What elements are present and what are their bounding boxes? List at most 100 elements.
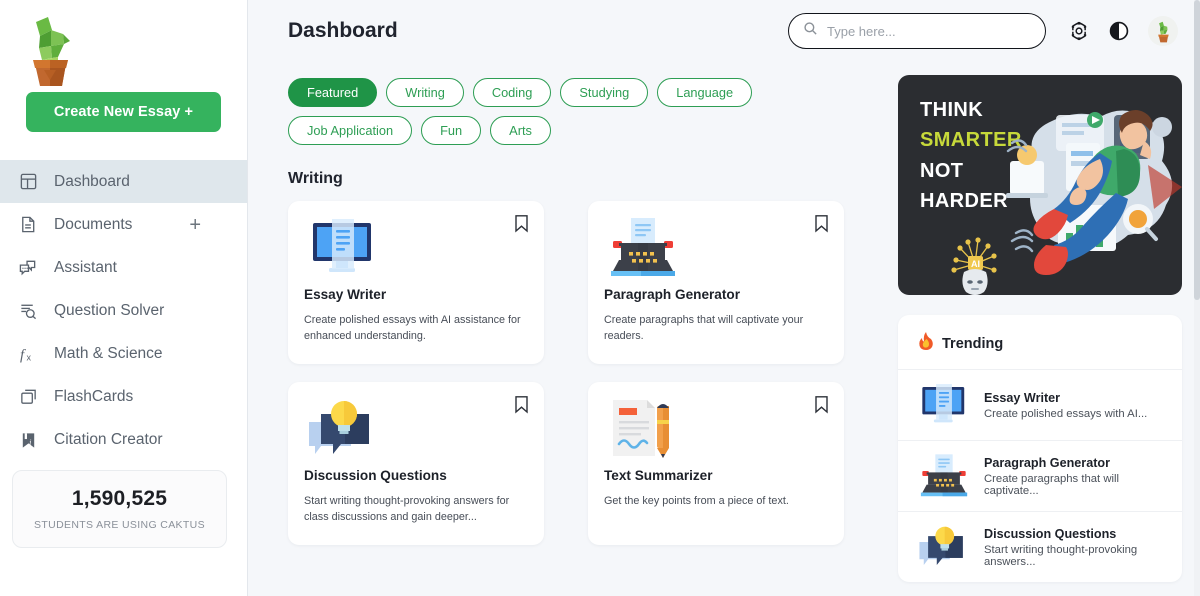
- trending-item-description: Create paragraphs that will captivate...: [984, 472, 1120, 497]
- svg-text:x: x: [27, 352, 32, 362]
- sidebar-item-label: Documents: [54, 215, 133, 233]
- monitor-document-icon: [918, 382, 970, 428]
- students-count: 1,590,525: [71, 487, 168, 510]
- logo-wrap: [0, 0, 247, 92]
- citation-book-icon: i: [14, 430, 42, 450]
- avatar[interactable]: [1148, 16, 1178, 46]
- sidebar-item-label: Dashboard: [54, 172, 130, 190]
- chip-job-application[interactable]: Job Application: [288, 116, 413, 145]
- gear-icon[interactable]: [1068, 20, 1090, 42]
- sidebar-item-label: Assistant: [54, 258, 117, 276]
- sidebar-item-question-solver[interactable]: Question Solver: [0, 289, 247, 332]
- sidebar-item-documents[interactable]: Documents +: [0, 203, 247, 246]
- app-root: Create New Essay + Dashboard Documents +…: [0, 0, 1200, 596]
- add-document-button[interactable]: +: [189, 215, 201, 235]
- chip-language[interactable]: Language: [657, 78, 753, 107]
- main-area: Dashboard Type here... Featured Writing …: [248, 0, 1200, 596]
- avatar-cactus-icon: [1158, 21, 1169, 43]
- top-header: Dashboard: [248, 0, 1200, 62]
- trending-header: Trending: [898, 315, 1182, 369]
- trending-item-text: Discussion Questions Start writing thoug…: [984, 527, 1166, 568]
- tool-card-grid: Essay Writer Create polished essays with…: [288, 201, 870, 545]
- sidebar-item-label: Question Solver: [54, 301, 165, 319]
- promo-banner[interactable]: THINK SMARTER NOT HARDER AI: [898, 75, 1182, 295]
- card-title: Text Summarizer: [604, 468, 713, 483]
- students-count-label: STUDENTS ARE USING CAKTUS: [34, 519, 205, 531]
- create-new-essay-button[interactable]: Create New Essay +: [26, 92, 221, 132]
- typewriter-icon: [604, 215, 828, 281]
- sidebar-item-label: Citation Creator: [54, 430, 163, 448]
- chip-coding[interactable]: Coding: [472, 78, 552, 107]
- trending-item-discussion-questions[interactable]: Discussion Questions Start writing thoug…: [898, 511, 1182, 582]
- trending-item-description: Start writing thought-provoking answers.…: [984, 543, 1138, 568]
- trending-item-essay-writer[interactable]: Essay Writer Create polished essays with…: [898, 369, 1182, 440]
- student-illustration: [996, 93, 1182, 294]
- chip-featured[interactable]: Featured: [288, 78, 378, 107]
- search-icon: [803, 21, 818, 41]
- trending-panel: Trending Essay Writer Create polished es…: [898, 315, 1182, 582]
- sidebar-item-citation-creator[interactable]: i Citation Creator: [0, 418, 247, 461]
- page-scrollbar[interactable]: [1194, 0, 1200, 596]
- trending-item-text: Paragraph Generator Create paragraphs th…: [984, 456, 1166, 497]
- fire-icon: [918, 332, 934, 355]
- monitor-document-icon: [304, 215, 528, 281]
- card-title: Essay Writer: [304, 287, 387, 302]
- card-description: Create paragraphs that will captivate yo…: [604, 314, 804, 342]
- card-essay-writer[interactable]: Essay Writer Create polished essays with…: [288, 201, 544, 364]
- sidebar-item-flashcards[interactable]: FlashCards: [0, 375, 247, 418]
- search-input[interactable]: [827, 23, 1031, 39]
- search-box[interactable]: [788, 13, 1046, 49]
- sidebar-item-label: FlashCards: [54, 387, 134, 405]
- svg-text:i: i: [29, 437, 31, 446]
- typewriter-icon: [918, 453, 970, 499]
- trending-item-title: Essay Writer: [984, 390, 1061, 405]
- category-filter-chips: Featured Writing Coding Studying Languag…: [288, 78, 858, 145]
- header-icon-group: [1068, 16, 1178, 46]
- sidebar-item-math-science[interactable]: f x Math & Science: [0, 332, 247, 375]
- svg-text:AI: AI: [971, 259, 980, 269]
- sidebar-item-assistant[interactable]: Assistant: [0, 246, 247, 289]
- bookmark-icon[interactable]: [814, 214, 829, 238]
- center-column: Featured Writing Coding Studying Languag…: [248, 62, 870, 596]
- right-column: THINK SMARTER NOT HARDER AI Trending Ess…: [870, 62, 1200, 596]
- document-pencil-icon: [604, 396, 828, 462]
- card-discussion-questions[interactable]: Discussion Questions Start writing thoug…: [288, 382, 544, 545]
- chat-bubbles-icon: [14, 258, 42, 277]
- trending-item-title: Discussion Questions: [984, 526, 1117, 541]
- sidebar-nav: Dashboard Documents + Assistant Question…: [0, 160, 247, 461]
- contrast-icon[interactable]: [1108, 20, 1130, 42]
- card-description: Start writing thought-provoking answers …: [304, 495, 510, 523]
- document-icon: [14, 215, 42, 234]
- cactus-logo-icon: [33, 17, 70, 86]
- question-search-icon: [14, 301, 42, 320]
- chip-studying[interactable]: Studying: [560, 78, 649, 107]
- trending-item-title: Paragraph Generator: [984, 455, 1110, 470]
- chip-fun[interactable]: Fun: [421, 116, 482, 145]
- section-title: Writing: [288, 170, 343, 187]
- ai-robot-icon: AI: [946, 234, 1004, 295]
- card-text-summarizer[interactable]: Text Summarizer Get the key points from …: [588, 382, 844, 545]
- sidebar-item-label: Math & Science: [54, 344, 163, 362]
- dashboard-icon: [14, 172, 42, 191]
- trending-item-description: Create polished essays with AI...: [984, 407, 1148, 420]
- chip-writing[interactable]: Writing: [386, 78, 464, 107]
- card-description: Create polished essays with AI assistanc…: [304, 314, 521, 342]
- card-paragraph-generator[interactable]: Paragraph Generator Create paragraphs th…: [588, 201, 844, 364]
- bookmark-icon[interactable]: [514, 395, 529, 419]
- function-fx-icon: f x: [14, 344, 42, 364]
- page-title: Dashboard: [288, 19, 398, 42]
- page-scrollbar-thumb[interactable]: [1194, 0, 1200, 300]
- chip-arts[interactable]: Arts: [490, 116, 551, 145]
- bookmark-icon[interactable]: [514, 214, 529, 238]
- sidebar-item-dashboard[interactable]: Dashboard: [0, 160, 247, 203]
- card-description: Get the key points from a piece of text.: [604, 495, 789, 507]
- card-title: Discussion Questions: [304, 468, 447, 483]
- bookmark-icon[interactable]: [814, 395, 829, 419]
- trending-title: Trending: [942, 335, 1004, 352]
- body-columns: Featured Writing Coding Studying Languag…: [248, 62, 1200, 596]
- lightbulb-chat-icon: [918, 524, 970, 570]
- trending-item-text: Essay Writer Create polished essays with…: [984, 391, 1147, 420]
- svg-text:f: f: [20, 347, 26, 363]
- trending-item-paragraph-generator[interactable]: Paragraph Generator Create paragraphs th…: [898, 440, 1182, 511]
- card-title: Paragraph Generator: [604, 287, 740, 302]
